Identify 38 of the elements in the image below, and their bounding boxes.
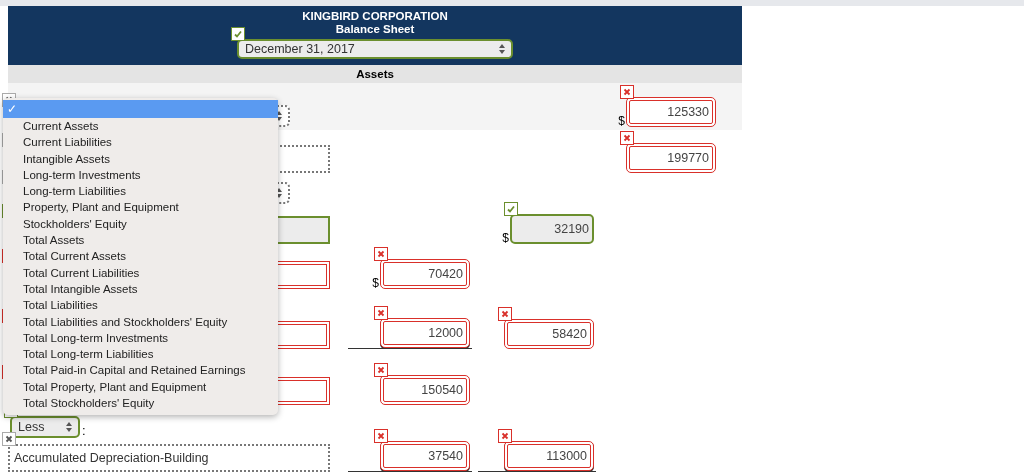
menu-option[interactable]: Property, Plant and Equipment <box>3 199 278 216</box>
amount-field[interactable]: 150540 <box>380 375 470 405</box>
amount-field[interactable]: 12000 <box>380 318 470 348</box>
amount-field[interactable]: 199770 <box>626 143 716 173</box>
report-title: Balance Sheet <box>335 23 415 36</box>
menu-option[interactable]: Current Liabilities <box>3 134 278 151</box>
dollar-sign: $ <box>502 232 509 244</box>
menu-option[interactable]: Total Stockholders' Equity <box>3 395 278 412</box>
section-heading: Assets <box>8 65 742 83</box>
menu-option[interactable]: Total Liabilities and Stockholders' Equity <box>3 313 278 330</box>
amount-field[interactable]: 32190 <box>510 214 594 244</box>
input-field[interactable]: Accumulated Depreciation-Building <box>8 444 330 472</box>
menu-option[interactable]: Current Assets <box>3 118 278 135</box>
amount-field[interactable]: 125330 <box>626 97 716 127</box>
amount-field[interactable]: 58420 <box>504 319 594 349</box>
menu-option[interactable]: Total Liabilities <box>3 297 278 314</box>
menu-option[interactable]: Long-term Liabilities <box>3 183 278 200</box>
company-name: KINGBIRD CORPORATION <box>302 10 448 23</box>
menu-option[interactable]: Total Long-term Investments <box>3 329 278 347</box>
select-field[interactable]: Less <box>10 416 80 438</box>
menu-option[interactable]: Intangible Assets <box>3 150 278 167</box>
dollar-sign: $ <box>618 115 625 127</box>
colon-text: : <box>82 423 86 438</box>
dollar-sign: $ <box>372 277 379 289</box>
date-select[interactable]: December 31, 2017 <box>237 39 513 59</box>
menu-option[interactable]: Total Intangible Assets <box>3 280 278 298</box>
menu-option[interactable]: Total Assets <box>3 232 278 249</box>
menu-option[interactable]: Total Property, Plant and Equipment <box>3 378 278 396</box>
amount-field[interactable]: 37540 <box>380 441 470 471</box>
amount-field[interactable]: 113000 <box>504 441 594 471</box>
menu-option[interactable]: Total Current Assets <box>3 248 278 265</box>
checkmark-text: ✓ <box>7 102 17 116</box>
menu-option[interactable]: Total Current Liabilities <box>3 264 278 281</box>
menu-option[interactable]: Long-term Investments <box>3 166 278 184</box>
menu-option[interactable]: Stockholders' Equity <box>3 215 278 233</box>
amount-field[interactable]: 70420 <box>380 259 470 289</box>
menu-option[interactable]: Total Long-term Liabilities <box>3 346 278 363</box>
menu-option[interactable]: Total Paid-in Capital and Retained Earnings <box>3 362 278 379</box>
